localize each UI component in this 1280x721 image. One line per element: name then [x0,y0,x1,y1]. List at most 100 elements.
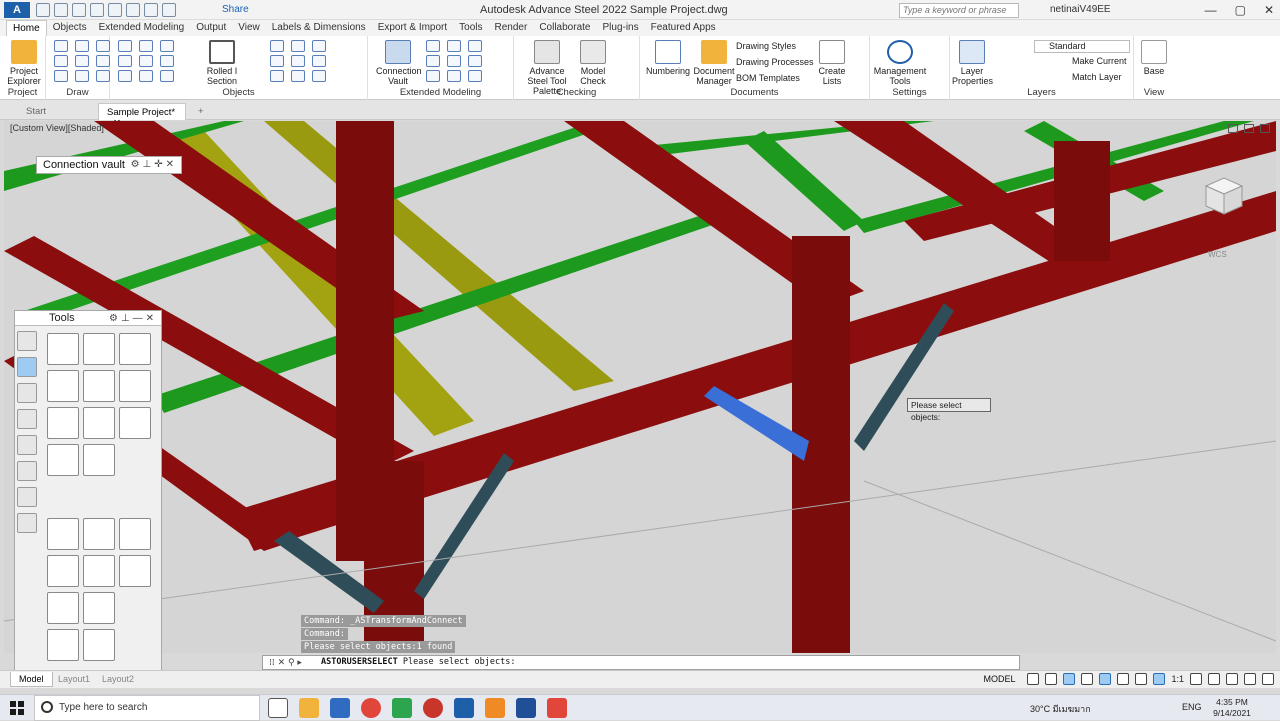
palette-controls[interactable]: ⚙⊥—✕ [109,312,157,326]
create-lists-button[interactable]: Create Lists [816,40,848,86]
customize-icon[interactable] [1262,673,1274,685]
frame-icon[interactable] [160,40,174,52]
help-search-input[interactable]: Type a keyword or phrase [899,3,1019,18]
bracing-icon[interactable] [447,55,461,67]
isolate-icon[interactable] [1208,673,1220,685]
tab-sample-project[interactable]: Sample Project* ✕ [98,103,186,129]
taskbar-search-input[interactable]: Type here to search [34,695,260,721]
tab-objects[interactable]: Objects [47,20,93,36]
drawing-styles-button[interactable]: Drawing Styles [736,41,796,51]
tool-ucs-icon[interactable] [47,629,79,661]
ortho-toggle-icon[interactable] [1063,673,1076,685]
layer-dropdown[interactable]: Standard [1034,40,1130,53]
tool-transform-icon[interactable] [119,407,151,439]
command-line-input[interactable]: ⁞⁞ ✕ ⚲ ▸ ASTORUSERSELECT Please select o… [262,655,1020,670]
app-logo[interactable]: A [4,2,30,18]
tab-model[interactable]: Model [10,672,53,687]
rolled-section-button[interactable]: Rolled I Section [202,40,242,86]
match-layer-button[interactable]: Match Layer [1072,72,1122,82]
rectangle-icon[interactable] [96,55,110,67]
system-clock[interactable]: 4:35 PM 9/14/2021 [1204,697,1260,719]
point-icon[interactable] [96,70,110,82]
bom-templates-button[interactable]: BOM Templates [736,73,800,83]
project-explorer-button[interactable]: Project Explorer [4,40,44,86]
share-button[interactable]: Share [222,4,249,15]
drawing-viewport[interactable]: [Custom View][Shaded] [4,121,1276,653]
tab-output[interactable]: Output [190,20,232,36]
3d-osnap-toggle-icon[interactable] [1117,673,1130,685]
palette-tab-icon[interactable] [17,409,37,429]
settings-gear-icon[interactable] [1190,673,1202,685]
snap-toggle-icon[interactable] [1045,673,1058,685]
user-account[interactable]: netinaiV49EE [1050,4,1111,15]
cage-ladder-icon[interactable] [426,40,440,52]
tool-properties-icon[interactable] [47,333,79,365]
tools-palette[interactable]: Tools ⚙⊥—✕ [14,310,162,686]
shear-stud-icon[interactable] [312,70,326,82]
osnap-toggle-icon[interactable] [1099,673,1112,685]
palette-controls[interactable]: ⚙⊥✛✕ [131,159,177,170]
purlin-icon[interactable] [426,55,440,67]
wall-icon[interactable] [118,55,132,67]
arch-icon[interactable] [426,70,440,82]
viewport-restore-icon[interactable] [1244,124,1254,133]
plate-icon[interactable] [139,70,153,82]
app-orange-icon[interactable] [485,698,505,718]
tool-disconnect-icon[interactable] [83,370,115,402]
hardware-icon[interactable] [1226,673,1238,685]
column-icon[interactable] [160,55,174,67]
app-red-icon[interactable] [547,698,567,718]
polar-toggle-icon[interactable] [1081,673,1094,685]
scale-indicator[interactable]: 1:1 [1171,674,1184,684]
plate-poly-icon[interactable] [270,40,284,52]
model-check-button[interactable]: Model Check [578,40,608,86]
palette-tab-icon[interactable] [17,331,37,351]
spiral-icon[interactable] [468,70,482,82]
weld-icon[interactable] [270,70,284,82]
drawing-processes-button[interactable]: Drawing Processes [736,57,814,67]
undo-icon[interactable] [126,3,140,17]
cut-icon[interactable] [291,55,305,67]
otrack-toggle-icon[interactable] [1135,673,1148,685]
new-tab-button[interactable]: + [190,103,212,120]
numbering-button[interactable]: Numbering [644,40,692,76]
viewcube[interactable] [1200,172,1246,216]
spline-icon[interactable] [75,55,89,67]
column-base-icon[interactable] [447,70,461,82]
palette-tab-icon[interactable] [17,435,37,455]
tool-camera-icon[interactable] [47,592,79,624]
tab-view[interactable]: View [232,20,266,36]
save-as-icon[interactable] [90,3,104,17]
save-icon[interactable] [72,3,86,17]
print-icon[interactable] [108,3,122,17]
tool-bolt-pattern-icon[interactable] [47,444,79,476]
management-tools-button[interactable]: Management Tools [872,40,928,86]
advance-steel-icon[interactable] [454,698,474,718]
stair-tool-icon[interactable] [447,40,461,52]
tab-labels-dimensions[interactable]: Labels & Dimensions [266,20,372,36]
miter-icon[interactable] [312,55,326,67]
beam-icon[interactable] [118,70,132,82]
palette-tab-icon[interactable] [17,461,37,481]
shorten-icon[interactable] [270,55,284,67]
task-view-icon[interactable] [268,698,288,718]
tool-grip-icon[interactable] [47,555,79,587]
tool-bolt-circle-icon[interactable] [83,444,115,476]
tool-plate-icon[interactable] [83,407,115,439]
tool-weld-point-icon[interactable] [83,518,115,550]
tools-palette-header[interactable]: Tools ⚙⊥—✕ [15,311,161,326]
tool-corner-icon[interactable] [119,370,151,402]
palette-tab-icon[interactable] [17,513,37,533]
command-line-tools[interactable]: ⁞⁞ ✕ ⚲ ▸ [269,657,302,670]
viewport-label[interactable]: [Custom View][Shaded] [10,123,104,133]
tab-layout2[interactable]: Layout2 [94,672,142,686]
language-indicator[interactable]: ENG [1182,702,1202,712]
tool-delete-icon[interactable] [83,555,115,587]
grid-toggle-icon[interactable] [1027,673,1040,685]
palette-tab-icon[interactable] [17,383,37,403]
bolt-icon[interactable] [160,70,174,82]
railing-icon[interactable] [468,40,482,52]
revit-icon[interactable] [516,698,536,718]
tab-featured-apps[interactable]: Featured Apps [645,20,722,36]
calculator-icon[interactable] [330,698,350,718]
